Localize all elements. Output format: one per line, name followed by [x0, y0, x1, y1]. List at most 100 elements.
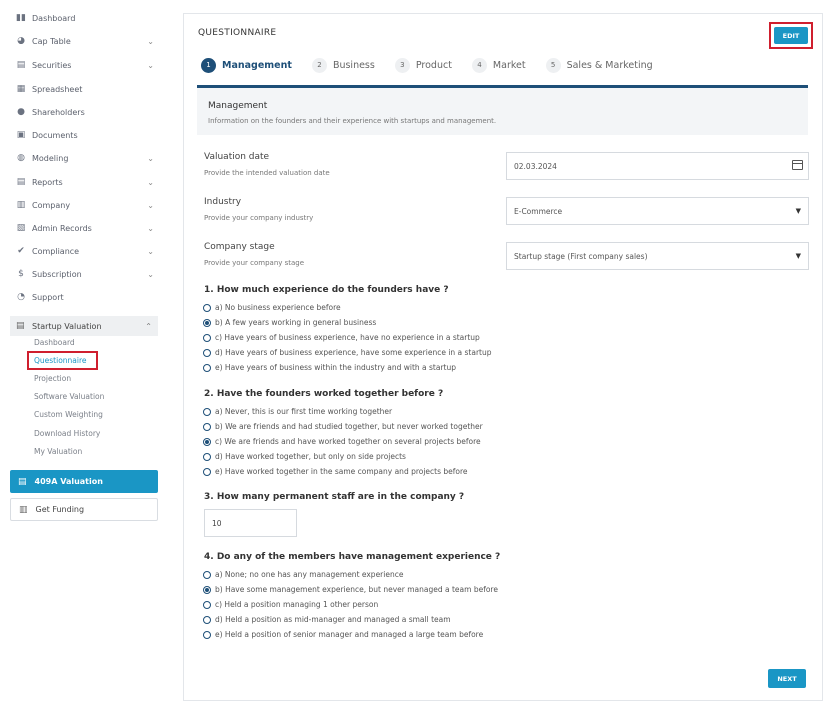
- subitem-dashboard[interactable]: Dashboard: [34, 337, 75, 349]
- sidebar-item-modeling[interactable]: ◍ Modeling ⌄: [16, 148, 164, 168]
- subitem-my-valuation[interactable]: My Valuation: [34, 446, 82, 458]
- tab-market[interactable]: 4 Market: [471, 57, 526, 73]
- option-label: d) Held a position as mid-manager and ma…: [215, 615, 451, 624]
- company-stage-help: Provide your company stage: [204, 259, 305, 267]
- tab-business[interactable]: 2 Business: [311, 57, 375, 73]
- q2-option-c[interactable]: c) We are friends and have worked togeth…: [203, 436, 481, 447]
- subitem-projection[interactable]: Projection: [34, 373, 71, 385]
- sidebar-item-label: Reports: [32, 177, 63, 187]
- radio-button[interactable]: [203, 318, 211, 327]
- radio-button[interactable]: [203, 333, 211, 342]
- radio-button[interactable]: [203, 363, 211, 372]
- chevron-down-icon: ⌄: [147, 36, 154, 46]
- sidebar-item-documents[interactable]: ▣ Documents: [16, 125, 164, 145]
- q2-option-a[interactable]: a) Never, this is our first time working…: [203, 406, 392, 417]
- subitem-software-valuation[interactable]: Software Valuation: [34, 391, 104, 403]
- radio-button[interactable]: [203, 348, 211, 357]
- sidebar-item-label: Startup Valuation: [32, 321, 102, 331]
- company-stage-select[interactable]: Startup stage (First company sales) ▼: [506, 242, 809, 270]
- q4-option-a[interactable]: a) None; no one has any management exper…: [203, 569, 403, 580]
- company-stage-value: Startup stage (First company sales): [514, 251, 648, 261]
- industry-select[interactable]: E-Commerce ▼: [506, 197, 809, 225]
- option-label: a) No business experience before: [215, 303, 341, 312]
- sidebar-item-securities[interactable]: ▤ Securities ⌄: [16, 55, 164, 75]
- q4-option-b[interactable]: b) Have some management experience, but …: [203, 584, 498, 595]
- document-icon: ▤: [18, 476, 27, 487]
- sidebar-item-shareholders[interactable]: ● Shareholders: [16, 102, 164, 122]
- sidebar-item-startup-valuation[interactable]: ▤ Startup Valuation ⌃: [10, 316, 158, 336]
- chevron-down-icon: ⌄: [147, 177, 154, 187]
- sidebar-item-spreadsheet[interactable]: ▦ Spreadsheet: [16, 79, 164, 99]
- sidebar-item-cap-table[interactable]: ◕ Cap Table ⌄: [16, 31, 164, 51]
- calendar-icon[interactable]: [792, 160, 803, 170]
- industry-label: Industry: [204, 197, 242, 207]
- chevron-down-icon: ⌄: [147, 200, 154, 210]
- option-label: a) None; no one has any management exper…: [215, 570, 404, 579]
- q1-option-e[interactable]: e) Have years of business within the ind…: [203, 362, 456, 373]
- sidebar-item-label: Compliance: [32, 246, 80, 256]
- sidebar-item-admin-records[interactable]: ▧ Admin Records ⌄: [16, 218, 164, 238]
- option-label: d) Have worked together, but only on sid…: [215, 452, 406, 461]
- edit-highlight-box: [769, 22, 813, 49]
- lightbulb-icon: ◍: [17, 152, 25, 163]
- tab-product[interactable]: 3 Product: [394, 57, 452, 73]
- q2-option-e[interactable]: e) Have worked together in the same comp…: [203, 466, 468, 477]
- radio-button[interactable]: [203, 467, 211, 476]
- valuation-date-input[interactable]: 02.03.2024: [506, 152, 809, 180]
- radio-button[interactable]: [203, 422, 211, 431]
- next-button[interactable]: NEXT: [768, 669, 806, 688]
- sidebar-item-label: Modeling: [32, 153, 69, 163]
- q1-option-b[interactable]: b) A few years working in general busine…: [203, 317, 376, 328]
- radio-button[interactable]: [203, 407, 211, 416]
- chevron-up-icon: ⌃: [145, 321, 152, 331]
- radio-button[interactable]: [203, 452, 211, 461]
- radio-button[interactable]: [203, 570, 211, 579]
- tab-management[interactable]: 1 Management: [201, 57, 292, 73]
- radio-button[interactable]: [203, 600, 211, 609]
- q2-option-b[interactable]: b) We are friends and had studied togeth…: [203, 421, 483, 432]
- sidebar-item-label: Cap Table: [32, 36, 71, 46]
- q2-option-d[interactable]: d) Have worked together, but only on sid…: [203, 451, 406, 462]
- staff-count-input[interactable]: 10: [204, 509, 297, 537]
- question-4-title: 4. Do any of the members have management…: [204, 552, 501, 562]
- dollar-icon: $: [18, 268, 24, 279]
- chevron-down-icon: ⌄: [147, 153, 154, 163]
- pie-chart-icon: ◕: [17, 35, 25, 46]
- sidebar-item-subscription[interactable]: $ Subscription ⌄: [16, 264, 164, 284]
- sidebar-item-reports[interactable]: ▤ Reports ⌄: [16, 172, 164, 192]
- radio-button[interactable]: [203, 585, 211, 594]
- q4-option-c[interactable]: c) Held a position managing 1 other pers…: [203, 599, 378, 610]
- q4-option-d[interactable]: d) Held a position as mid-manager and ma…: [203, 614, 451, 625]
- radio-button[interactable]: [203, 437, 211, 446]
- get-funding-button[interactable]: ▥ Get Funding: [10, 498, 158, 521]
- chevron-down-icon: ⌄: [147, 223, 154, 233]
- radio-button[interactable]: [203, 303, 211, 312]
- sidebar-item-label: Documents: [32, 130, 78, 140]
- sidebar-item-dashboard[interactable]: ▮▮ Dashboard: [16, 8, 164, 28]
- subitem-download-history[interactable]: Download History: [34, 428, 100, 440]
- q1-option-c[interactable]: c) Have years of business experience, ha…: [203, 332, 480, 343]
- valuation-date-help: Provide the intended valuation date: [204, 169, 330, 177]
- subitem-custom-weighting[interactable]: Custom Weighting: [34, 409, 103, 421]
- radio-button[interactable]: [203, 630, 211, 639]
- q4-option-e[interactable]: e) Held a position of senior manager and…: [203, 629, 483, 640]
- dashboard-icon: ▮▮: [16, 12, 26, 23]
- step-number: 3: [394, 57, 410, 73]
- tab-label: Management: [222, 59, 292, 71]
- sidebar-item-label: Spreadsheet: [32, 84, 83, 94]
- company-stage-label: Company stage: [204, 242, 275, 252]
- tab-sales-marketing[interactable]: 5 Sales & Marketing: [545, 57, 653, 73]
- sidebar-item-company[interactable]: ▥ Company ⌄: [16, 195, 164, 215]
- sidebar-item-compliance[interactable]: ✔ Compliance ⌄: [16, 241, 164, 261]
- 409a-valuation-button[interactable]: ▤ 409A Valuation: [10, 470, 158, 493]
- caret-down-icon: ▼: [795, 252, 801, 260]
- radio-button[interactable]: [203, 615, 211, 624]
- q1-option-d[interactable]: d) Have years of business experience, ha…: [203, 347, 492, 358]
- sidebar-item-support[interactable]: ◔ Support: [16, 287, 164, 307]
- sidebar-item-label: Admin Records: [32, 223, 92, 233]
- q1-option-a[interactable]: a) No business experience before: [203, 302, 341, 313]
- section-title: Management: [208, 101, 268, 111]
- option-label: c) Have years of business experience, ha…: [215, 333, 480, 342]
- section-description: Information on the founders and their ex…: [208, 117, 497, 125]
- sidebar-item-label: Securities: [32, 60, 72, 70]
